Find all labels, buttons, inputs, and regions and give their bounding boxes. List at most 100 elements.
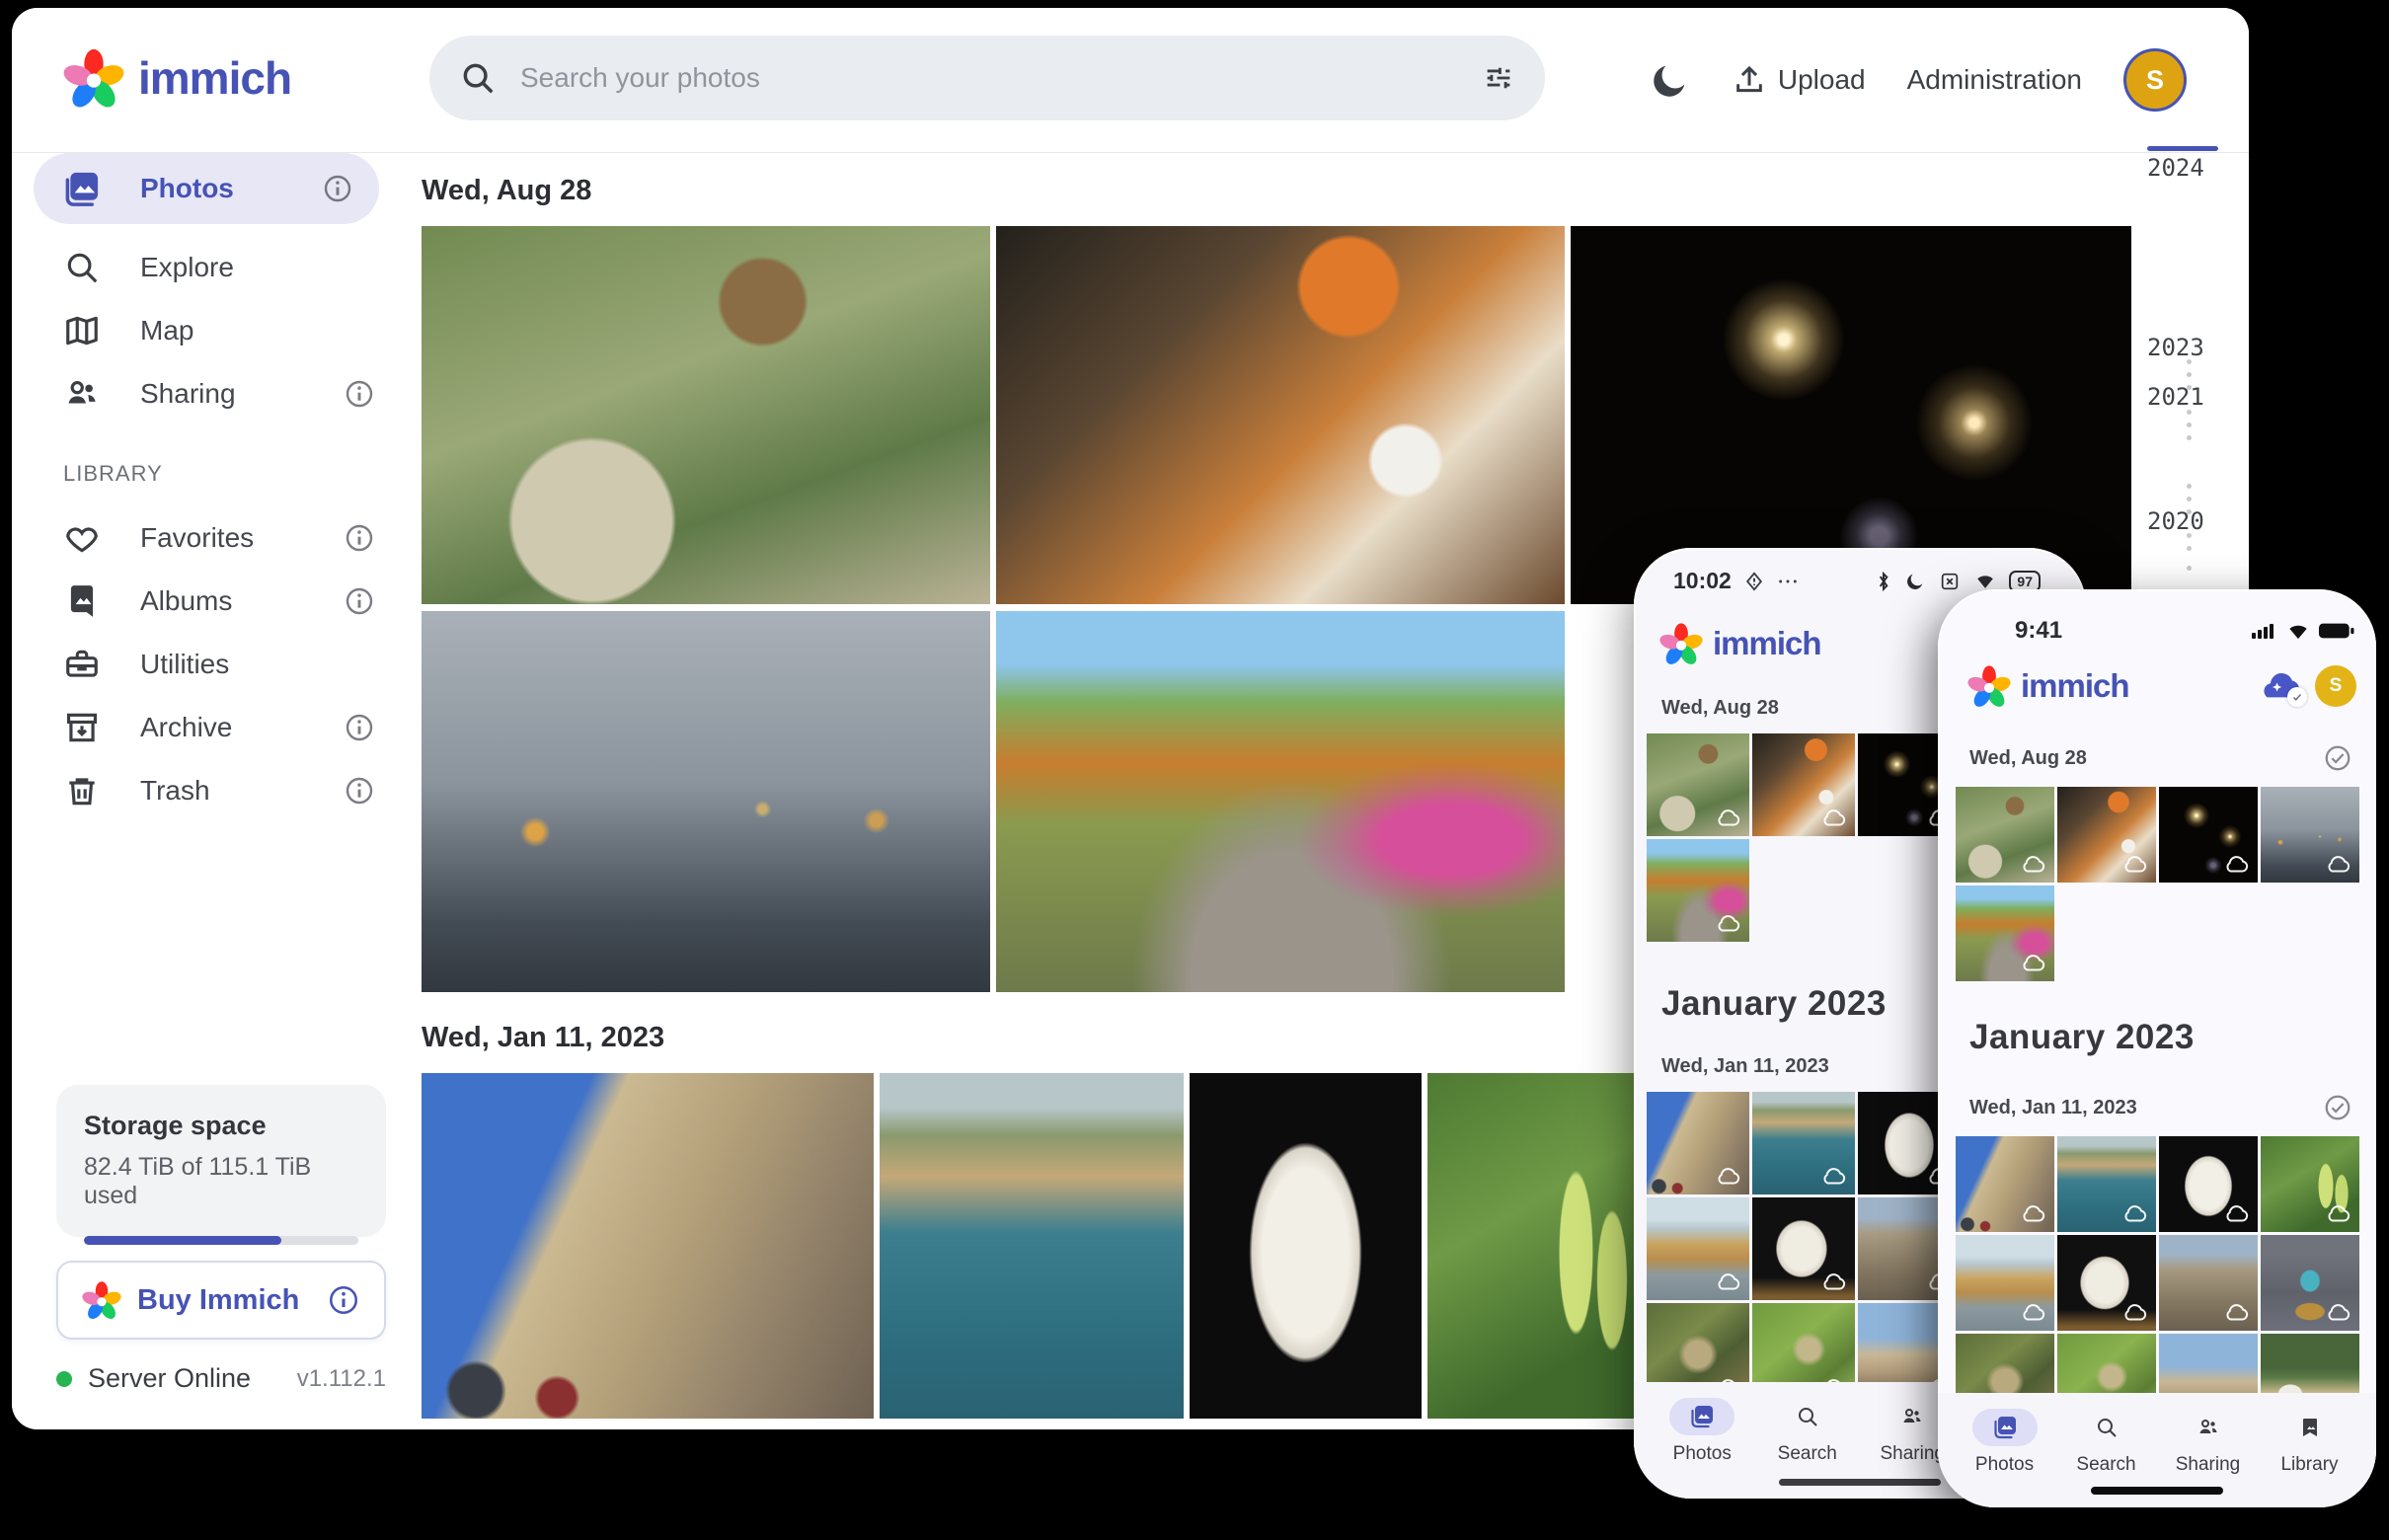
nav-item-sharing[interactable]: Sharing xyxy=(2164,1409,2253,1476)
photo-coastal-fort-and-sea[interactable] xyxy=(880,1073,1184,1419)
photo-monkeys-on-jungle-rocks[interactable] xyxy=(1647,733,1749,836)
avatar-initial: S xyxy=(2146,65,2164,96)
sidebar-item-utilities[interactable]: Utilities xyxy=(12,633,401,696)
phone1-time: 10:02 xyxy=(1673,568,1732,594)
photo-autumn-dinner-table[interactable] xyxy=(2057,787,2156,883)
photo-green-sea-grapes[interactable] xyxy=(1427,1073,1653,1419)
top-bar: immich Upload Administration xyxy=(12,8,2249,153)
photo-green-sea-grapes[interactable] xyxy=(2261,1136,2359,1232)
server-version: v1.112.1 xyxy=(297,1365,386,1393)
administration-link[interactable]: Administration xyxy=(1907,64,2082,96)
buy-immich-button[interactable]: Buy Immich xyxy=(56,1261,386,1340)
dnd-moon-icon xyxy=(1904,571,1926,592)
cloud-backup-icon xyxy=(2325,1204,2350,1224)
cloud-backup-icon xyxy=(1820,1272,1846,1292)
sidebar-item-map[interactable]: Map xyxy=(12,299,401,362)
sidebar-item-trash[interactable]: Trash xyxy=(12,759,401,822)
photo-monkeys-on-jungle-rocks[interactable] xyxy=(1956,787,2054,883)
photo-tiered-cupcake-stand[interactable] xyxy=(2261,1235,2359,1331)
sidebar-label: Utilities xyxy=(140,649,375,680)
active-nav-pill xyxy=(1669,1398,1734,1435)
nav-item-search[interactable]: Search xyxy=(2062,1409,2151,1476)
search-input[interactable] xyxy=(518,61,1460,95)
server-status-label: Server Online xyxy=(88,1363,281,1394)
photo-marble-sculpture[interactable] xyxy=(1752,1197,1855,1300)
sidebar-item-favorites[interactable]: Favorites xyxy=(12,506,401,570)
timeline-year[interactable]: 2021 xyxy=(2147,383,2204,411)
cloud-backup-icon xyxy=(2020,1303,2045,1323)
info-icon[interactable] xyxy=(344,712,375,743)
photo-marble-bust[interactable] xyxy=(2159,1136,2258,1232)
dark-mode-moon-icon[interactable] xyxy=(1650,59,1691,101)
search-bar[interactable] xyxy=(429,36,1545,120)
phone2-date-header: Wed, Aug 28 xyxy=(1938,708,2376,787)
heart-icon xyxy=(63,519,101,557)
sidebar-label: Explore xyxy=(140,252,375,283)
nav-item-photos[interactable]: Photos xyxy=(1657,1398,1746,1465)
photo-autumn-dinner-table[interactable] xyxy=(1752,733,1855,836)
brand-name: immich xyxy=(2021,667,2129,705)
phone2-status-bar: 9:41 xyxy=(1938,589,2376,645)
info-icon[interactable] xyxy=(344,585,375,617)
shield-alert-icon xyxy=(1743,571,1765,592)
search-icon xyxy=(1796,1405,1819,1428)
cloud-backup-icon xyxy=(2020,1204,2045,1224)
avatar-initial: S xyxy=(2330,675,2343,697)
photo-coastal-fort-and-sea[interactable] xyxy=(1752,1092,1855,1194)
info-icon[interactable] xyxy=(344,775,375,807)
select-check-circle-icon[interactable] xyxy=(2323,1093,2352,1122)
storage-progress-bar xyxy=(84,1236,358,1245)
cloud-backup-icon xyxy=(1715,1272,1740,1292)
photo-fortress-walls-with-cars[interactable] xyxy=(422,1073,874,1419)
info-icon[interactable] xyxy=(327,1283,360,1317)
photo-marble-sculpture[interactable] xyxy=(2057,1235,2156,1331)
phone2-date-header: Wed, Jan 11, 2023 xyxy=(1938,1057,2376,1136)
sidebar-label: Map xyxy=(140,315,375,346)
photo-cliff-beach[interactable] xyxy=(1647,1197,1749,1300)
cloud-sync-icon[interactable] xyxy=(2256,669,2301,703)
timeline-year[interactable]: 2023 xyxy=(2147,334,2204,361)
timeline-year[interactable]: 2024 xyxy=(2147,154,2204,182)
sidebar-label: Favorites xyxy=(140,522,304,554)
photo-marble-bust[interactable] xyxy=(1190,1073,1422,1419)
photo-cliff-beach[interactable] xyxy=(1956,1235,2054,1331)
photo-fireworks-night-sky[interactable] xyxy=(2159,787,2258,883)
active-nav-pill xyxy=(1972,1409,2038,1446)
photo-fortress-walls-with-cars[interactable] xyxy=(1647,1092,1749,1194)
photo-couple-holding-hands[interactable] xyxy=(422,611,990,992)
nav-item-photos[interactable]: Photos xyxy=(1961,1409,2049,1476)
photo-autumn-garden-path[interactable] xyxy=(996,611,1565,992)
photo-autumn-dinner-table[interactable] xyxy=(996,226,1565,604)
cloud-backup-icon xyxy=(2325,1303,2350,1323)
upload-button[interactable]: Upload xyxy=(1733,63,1866,97)
select-check-circle-icon[interactable] xyxy=(2323,743,2352,773)
photo-coastal-fort-and-sea[interactable] xyxy=(2057,1136,2156,1232)
photo-autumn-garden-path[interactable] xyxy=(1956,886,2054,981)
photo-autumn-garden-path[interactable] xyxy=(1647,839,1749,942)
user-avatar[interactable]: S xyxy=(2123,48,2187,112)
user-avatar[interactable]: S xyxy=(2315,665,2356,707)
photo-couple-holding-hands[interactable] xyxy=(2261,787,2359,883)
photo-stone-ruins[interactable] xyxy=(2159,1235,2258,1331)
library-icon xyxy=(2298,1416,2322,1439)
sidebar-item-albums[interactable]: Albums xyxy=(12,570,401,633)
photo-fortress-walls-with-cars[interactable] xyxy=(1956,1136,2054,1232)
nav-item-search[interactable]: Search xyxy=(1763,1398,1852,1465)
filter-tune-icon[interactable] xyxy=(1482,61,1515,95)
sidebar-item-photos[interactable]: Photos xyxy=(34,153,379,224)
trash-icon xyxy=(63,772,101,809)
nav-item-library[interactable]: Library xyxy=(2266,1409,2354,1476)
sidebar-item-explore[interactable]: Explore xyxy=(12,236,401,299)
info-icon[interactable] xyxy=(344,378,375,410)
info-icon[interactable] xyxy=(344,522,375,554)
phone-mockup-ios: 9:41 immich xyxy=(1938,589,2376,1507)
header-actions: Upload Administration S xyxy=(1650,8,2187,152)
immich-logo[interactable]: immich xyxy=(63,47,291,109)
info-icon[interactable] xyxy=(322,173,353,204)
timeline-year[interactable]: 2020 xyxy=(2147,507,2204,535)
cloud-backup-icon xyxy=(2121,1303,2147,1323)
sidebar-item-archive[interactable]: Archive xyxy=(12,696,401,759)
map-icon xyxy=(63,312,101,349)
sidebar-item-sharing[interactable]: Sharing xyxy=(12,362,401,425)
photo-monkeys-on-jungle-rocks[interactable] xyxy=(422,226,990,604)
